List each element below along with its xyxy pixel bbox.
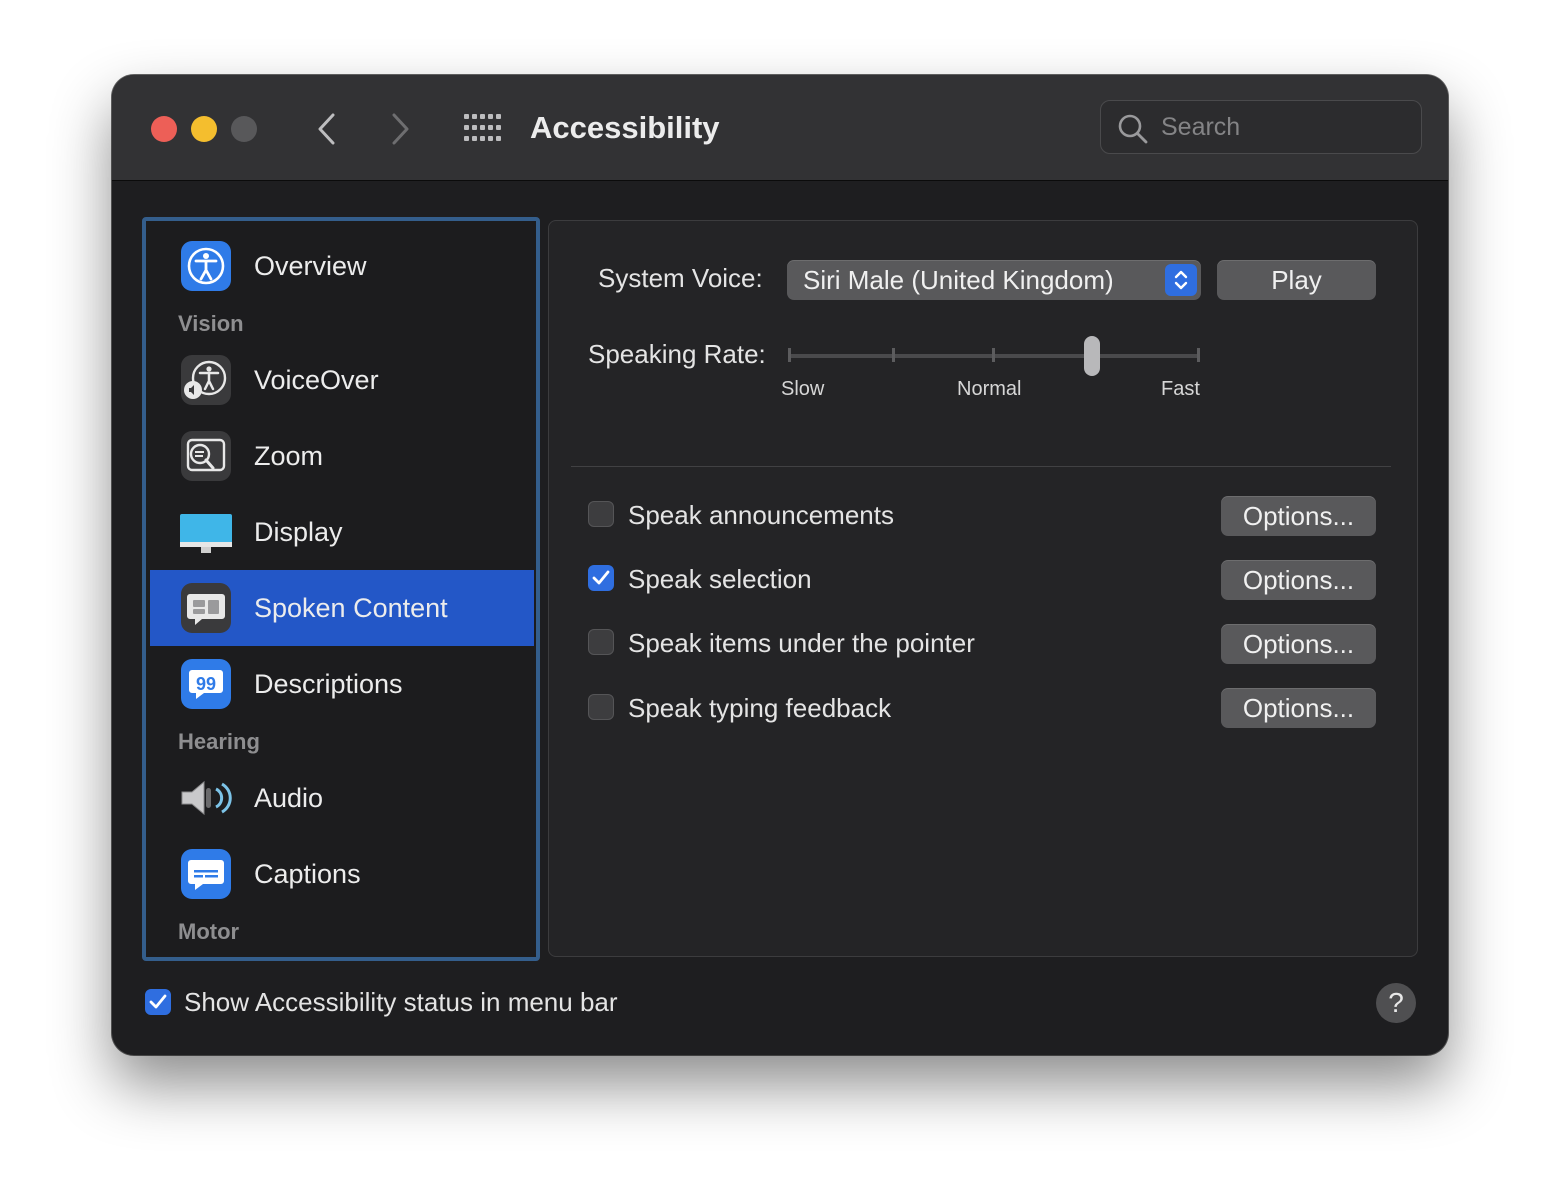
voiceover-icon [181, 355, 231, 405]
speak-items-under-pointer-checkbox[interactable] [588, 629, 614, 655]
play-button[interactable]: Play [1217, 260, 1376, 300]
speech-bubble-icon [181, 583, 231, 633]
grid-icon [464, 114, 501, 141]
speak-selection-options-button[interactable]: Options... [1221, 560, 1376, 600]
sidebar-item-label: Captions [254, 859, 361, 889]
sidebar-item-label: Display [254, 517, 343, 547]
rate-tick-slow: Slow [781, 378, 825, 400]
slider-tick [1197, 348, 1200, 362]
section-hearing: Hearing [178, 729, 260, 754]
chevron-right-icon [392, 113, 409, 145]
show-all-button[interactable] [462, 111, 502, 145]
sidebar-item-voiceover[interactable]: VoiceOver [150, 342, 534, 418]
sidebar-item-descriptions[interactable]: 99 Descriptions [150, 646, 534, 722]
chevron-left-icon [318, 113, 335, 145]
system-voice-label: System Voice: [598, 263, 763, 293]
window-title: Accessibility [530, 110, 720, 145]
section-motor: Motor [178, 919, 240, 944]
zoom-button[interactable] [231, 116, 257, 142]
search-field[interactable] [1100, 100, 1422, 154]
sidebar-item-display[interactable]: Display [150, 494, 534, 570]
zoom-icon [181, 431, 231, 481]
sidebar-item-overview[interactable]: Overview [150, 228, 534, 304]
close-button[interactable] [151, 116, 177, 142]
system-voice-popup[interactable]: Siri Male (United Kingdom) [787, 260, 1201, 300]
speak-typing-feedback-options-button[interactable]: Options... [1221, 688, 1376, 728]
speaker-icon [181, 780, 232, 816]
slider-tick [992, 348, 995, 362]
sidebar-item-label: Zoom [254, 441, 324, 471]
rate-tick-fast: Fast [1161, 378, 1200, 400]
preferences-window: Accessibility Overview Vision [112, 75, 1448, 1055]
sidebar: Overview Vision VoiceOver Zoom Display S… [142, 217, 540, 961]
titlebar: Accessibility [112, 75, 1448, 181]
sidebar-item-label: Overview [254, 251, 367, 281]
show-status-label: Show Accessibility status in menu bar [184, 987, 618, 1017]
speak-typing-feedback-checkbox[interactable] [588, 694, 614, 720]
quote-bubble-icon: 99 [181, 659, 231, 709]
svg-text:99: 99 [196, 674, 216, 694]
rate-tick-normal: Normal [957, 378, 1022, 400]
forward-button[interactable] [378, 107, 422, 151]
search-input[interactable] [1161, 101, 1411, 153]
speaking-rate-label: Speaking Rate: [588, 339, 766, 369]
speak-announcements-options-button[interactable]: Options... [1221, 496, 1376, 536]
system-voice-value: Siri Male (United Kingdom) [803, 265, 1114, 295]
divider [571, 466, 1391, 467]
slider-knob[interactable] [1084, 336, 1101, 376]
show-status-checkbox[interactable] [145, 989, 171, 1015]
spoken-content-pane: System Voice: Siri Male (United Kingdom)… [548, 220, 1418, 957]
speak-selection-checkbox[interactable] [588, 565, 614, 591]
captions-icon [181, 849, 231, 899]
speak-items-under-pointer-options-button[interactable]: Options... [1221, 624, 1376, 664]
speak-typing-feedback-label: Speak typing feedback [628, 693, 892, 723]
speak-announcements-label: Speak announcements [628, 500, 894, 530]
checkmark-icon [149, 994, 167, 1009]
speak-announcements-checkbox[interactable] [588, 501, 614, 527]
accessibility-icon [181, 241, 231, 291]
checkmark-icon [592, 570, 610, 585]
slider-tick [892, 348, 895, 362]
sidebar-item-label: Audio [254, 783, 324, 813]
popup-arrows-icon [1165, 264, 1197, 296]
sidebar-item-label: VoiceOver [254, 365, 379, 395]
sidebar-item-zoom[interactable]: Zoom [150, 418, 534, 494]
sidebar-item-label: Descriptions [254, 669, 403, 699]
sidebar-item-audio[interactable]: Audio [150, 760, 534, 836]
back-button[interactable] [305, 107, 349, 151]
minimize-button[interactable] [191, 116, 217, 142]
help-button[interactable]: ? [1376, 983, 1416, 1023]
display-icon [180, 514, 232, 553]
search-icon [1118, 114, 1148, 144]
sidebar-item-captions[interactable]: Captions [150, 836, 534, 912]
sidebar-item-label: Spoken Content [254, 593, 448, 623]
slider-tick [788, 348, 791, 362]
speak-selection-label: Speak selection [628, 564, 812, 594]
sidebar-item-spoken-content[interactable]: Spoken Content [150, 570, 534, 646]
section-vision: Vision [178, 311, 244, 336]
speak-items-under-pointer-label: Speak items under the pointer [628, 628, 975, 658]
